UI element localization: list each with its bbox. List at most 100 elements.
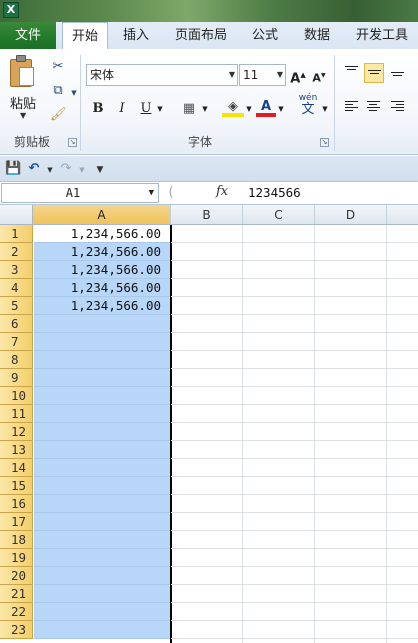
fill-color-icon[interactable]: ◈ bbox=[222, 97, 244, 117]
cell-a[interactable] bbox=[34, 423, 170, 441]
row-header[interactable]: 13 bbox=[0, 441, 33, 459]
row-header[interactable]: 22 bbox=[0, 603, 33, 621]
select-all-button[interactable] bbox=[0, 205, 33, 225]
redo-icon[interactable]: ↷ bbox=[58, 161, 74, 177]
font-color-dropdown-icon[interactable]: ▼ bbox=[276, 99, 286, 119]
row-header[interactable]: 17 bbox=[0, 513, 33, 531]
name-box[interactable]: A1 ▼ bbox=[1, 183, 159, 203]
redo-dropdown-icon[interactable]: ▼ bbox=[74, 162, 90, 178]
column-header-b[interactable]: B bbox=[171, 205, 243, 225]
cell-a[interactable]: 1,234,566.00 bbox=[34, 243, 170, 261]
row-header[interactable]: 21 bbox=[0, 585, 33, 603]
row-header[interactable]: 20 bbox=[0, 567, 33, 585]
row-header[interactable]: 6 bbox=[0, 315, 33, 333]
tab-formulas[interactable]: 公式 bbox=[245, 22, 285, 49]
paste-icon[interactable] bbox=[10, 55, 36, 87]
column-header-e[interactable] bbox=[387, 205, 418, 225]
cell-a[interactable]: 1,234,566.00 bbox=[34, 261, 170, 279]
cell-a[interactable] bbox=[34, 531, 170, 549]
column-header-c[interactable]: C bbox=[243, 205, 315, 225]
font-dialog-launcher[interactable]: ↘ bbox=[320, 138, 329, 147]
column-header-d[interactable]: D bbox=[315, 205, 387, 225]
cell-a[interactable] bbox=[34, 567, 170, 585]
row-header[interactable]: 3 bbox=[0, 261, 33, 279]
formula-bar-resize-icon[interactable]: ( bbox=[163, 185, 179, 201]
cell-a[interactable] bbox=[34, 549, 170, 567]
row-header[interactable]: 9 bbox=[0, 369, 33, 387]
row-header[interactable]: 4 bbox=[0, 279, 33, 297]
row-header[interactable]: 1 bbox=[0, 225, 33, 243]
align-middle-icon[interactable] bbox=[364, 63, 384, 83]
align-left-icon[interactable] bbox=[342, 97, 362, 117]
bold-button[interactable]: B bbox=[88, 99, 108, 119]
row-header[interactable]: 2 bbox=[0, 243, 33, 261]
cell-a[interactable] bbox=[34, 387, 170, 405]
paste-button-label[interactable]: 粘贴 bbox=[10, 93, 36, 112]
cell-a[interactable] bbox=[34, 513, 170, 531]
tab-file[interactable]: 文件 bbox=[0, 22, 56, 49]
cell-a[interactable] bbox=[34, 603, 170, 621]
cell-a[interactable]: 1,234,566.00 bbox=[34, 279, 170, 297]
row-header[interactable]: 16 bbox=[0, 495, 33, 513]
phonetic-dropdown-icon[interactable]: ▼ bbox=[320, 99, 330, 119]
paste-dropdown-arrow[interactable]: ▼ bbox=[20, 111, 26, 120]
row-header[interactable]: 11 bbox=[0, 405, 33, 423]
cell-a[interactable] bbox=[34, 369, 170, 387]
excel-app-icon[interactable]: X bbox=[3, 2, 19, 18]
tab-developer[interactable]: 开发工具 bbox=[350, 22, 414, 49]
cell-a[interactable] bbox=[34, 495, 170, 513]
insert-function-icon[interactable]: fx bbox=[216, 184, 228, 199]
cell-a[interactable] bbox=[34, 333, 170, 351]
shrink-font-icon[interactable]: A▼ bbox=[311, 66, 327, 86]
cut-icon[interactable]: ✂ bbox=[50, 59, 66, 75]
copy-icon[interactable]: ⧉ bbox=[50, 83, 66, 99]
phonetic-guide-icon[interactable]: wén 文 bbox=[296, 93, 320, 117]
undo-dropdown-icon[interactable]: ▼ bbox=[42, 162, 58, 178]
row-header[interactable]: 12 bbox=[0, 423, 33, 441]
align-center-icon[interactable] bbox=[364, 97, 384, 117]
cell-a[interactable]: 1,234,566.00 bbox=[34, 225, 170, 243]
underline-dropdown-icon[interactable]: ▼ bbox=[155, 99, 165, 119]
tab-home[interactable]: 开始 bbox=[62, 22, 108, 50]
cell-a[interactable] bbox=[34, 315, 170, 333]
row-header[interactable]: 5 bbox=[0, 297, 33, 315]
tab-data[interactable]: 数据 bbox=[297, 22, 337, 49]
row-header[interactable]: 14 bbox=[0, 459, 33, 477]
formula-input[interactable]: 1234566 bbox=[248, 185, 301, 200]
cell-a[interactable] bbox=[34, 441, 170, 459]
align-bottom-icon[interactable] bbox=[388, 63, 408, 83]
cell-a[interactable]: 1,234,566.00 bbox=[34, 297, 170, 315]
row-header[interactable]: 7 bbox=[0, 333, 33, 351]
row-header[interactable]: 19 bbox=[0, 549, 33, 567]
row-header[interactable]: 10 bbox=[0, 387, 33, 405]
save-icon[interactable]: 💾 bbox=[5, 161, 21, 177]
borders-dropdown-icon[interactable]: ▼ bbox=[200, 99, 210, 119]
row-header[interactable]: 18 bbox=[0, 531, 33, 549]
fill-color-dropdown-icon[interactable]: ▼ bbox=[244, 99, 254, 119]
borders-icon[interactable]: ▦ bbox=[178, 99, 200, 119]
grow-font-icon[interactable]: A▲ bbox=[290, 65, 306, 86]
cell-a[interactable] bbox=[34, 621, 170, 639]
undo-icon[interactable]: ↶ bbox=[26, 161, 42, 177]
customize-toolbar-icon[interactable]: ▼ bbox=[92, 162, 108, 178]
format-painter-icon[interactable]: 🖌 bbox=[50, 107, 67, 123]
tab-insert[interactable]: 插入 bbox=[116, 22, 156, 49]
font-name-select[interactable]: 宋体 ▼ bbox=[86, 64, 238, 86]
font-size-select[interactable]: 11 ▼ bbox=[239, 64, 286, 86]
underline-button[interactable]: U bbox=[136, 99, 156, 119]
align-top-icon[interactable] bbox=[342, 63, 362, 83]
italic-button[interactable]: I bbox=[112, 99, 132, 119]
cell-a[interactable] bbox=[34, 351, 170, 369]
row-header[interactable]: 15 bbox=[0, 477, 33, 495]
cell-a[interactable] bbox=[34, 459, 170, 477]
tab-page-layout[interactable]: 页面布局 bbox=[170, 22, 232, 49]
clipboard-dialog-launcher[interactable]: ↘ bbox=[68, 138, 77, 147]
cell-a[interactable] bbox=[34, 405, 170, 423]
align-right-icon[interactable] bbox=[388, 97, 408, 117]
column-header-a[interactable]: A bbox=[33, 205, 171, 225]
cell-a[interactable] bbox=[34, 585, 170, 603]
row-header[interactable]: 8 bbox=[0, 351, 33, 369]
cell-a[interactable] bbox=[34, 477, 170, 495]
font-color-icon[interactable]: A bbox=[256, 97, 276, 117]
row-header[interactable]: 23 bbox=[0, 621, 33, 639]
